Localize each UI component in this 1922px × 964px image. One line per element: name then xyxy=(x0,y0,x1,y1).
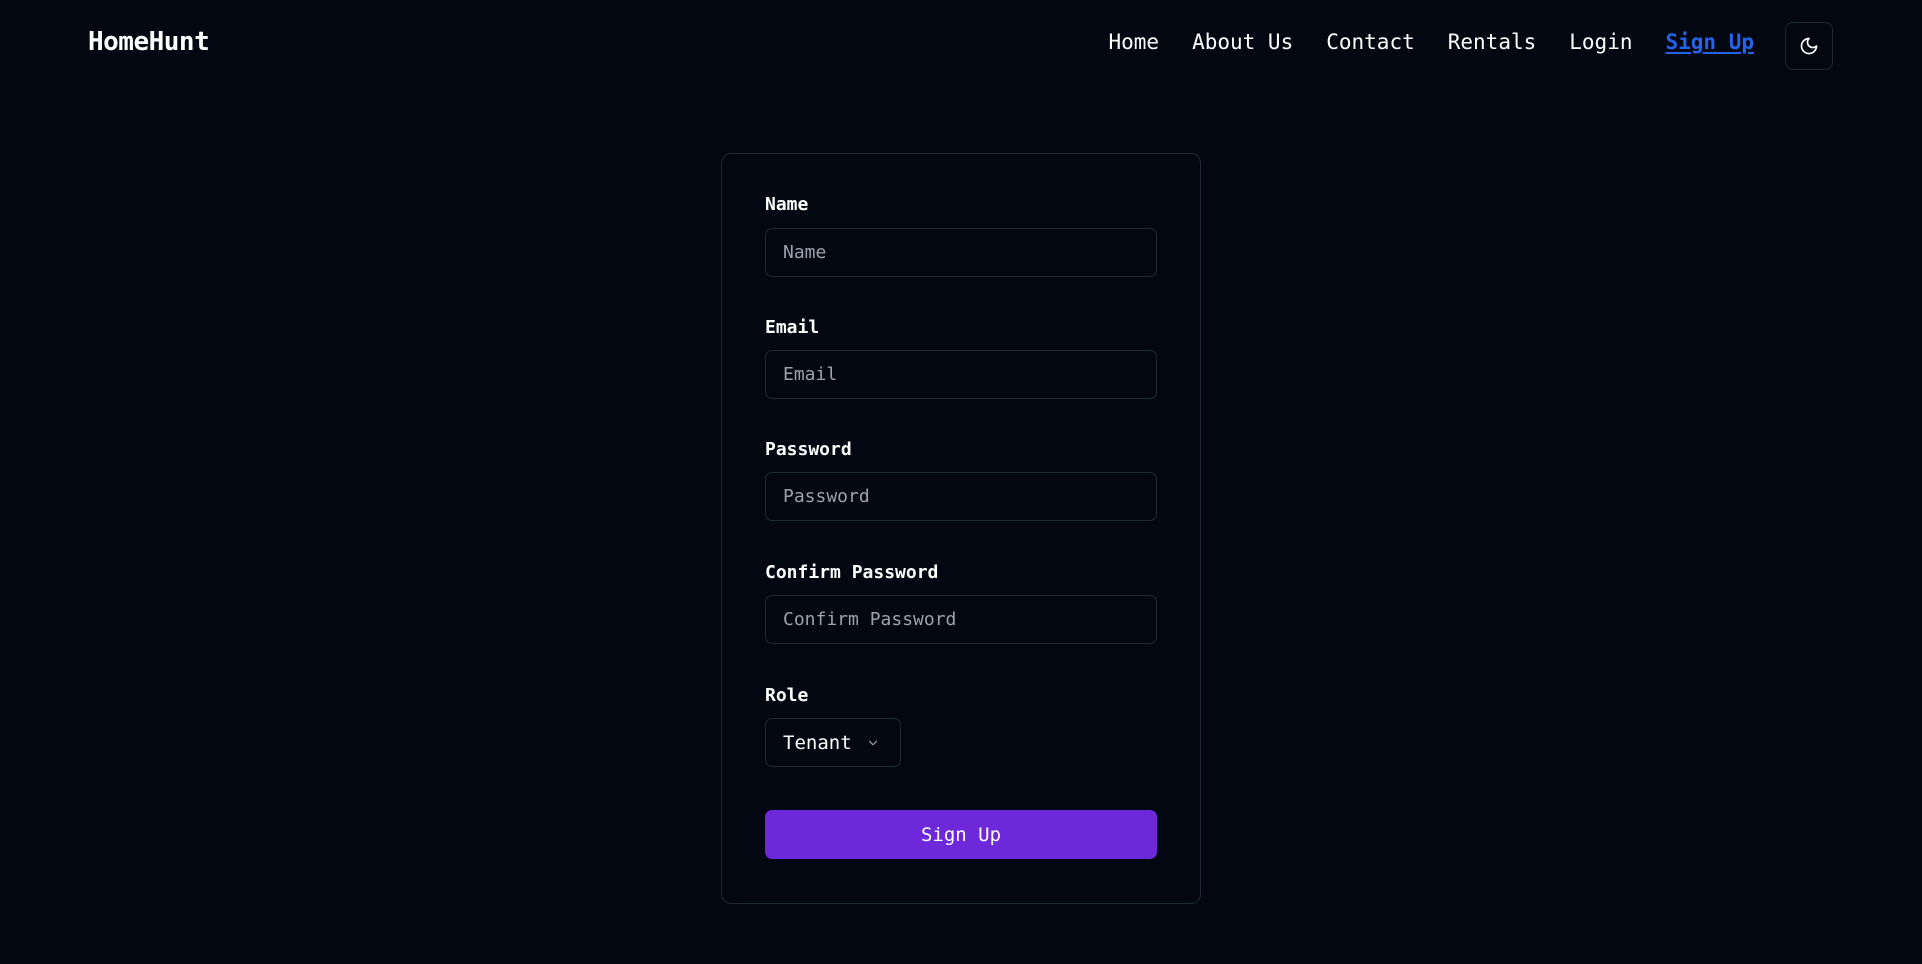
nav-about-us[interactable]: About Us xyxy=(1192,30,1293,54)
site-header: HomeHunt Home About Us Contact Rentals L… xyxy=(0,0,1922,92)
nav-login[interactable]: Login xyxy=(1569,30,1632,54)
confirm-password-label: Confirm Password xyxy=(765,562,939,583)
name-label: Name xyxy=(765,194,809,215)
chevron-down-icon xyxy=(868,740,877,745)
nav-home[interactable]: Home xyxy=(1109,30,1160,54)
password-input[interactable] xyxy=(765,472,1157,521)
role-label: Role xyxy=(765,685,809,706)
theme-toggle-button[interactable] xyxy=(1785,22,1833,70)
brand-logo[interactable]: HomeHunt xyxy=(88,27,210,57)
email-input[interactable] xyxy=(765,350,1157,399)
nav-rentals[interactable]: Rentals xyxy=(1448,30,1537,54)
email-label: Email xyxy=(765,317,820,338)
confirm-password-input[interactable] xyxy=(765,595,1157,644)
sign-up-button[interactable]: Sign Up xyxy=(765,810,1157,859)
name-input[interactable] xyxy=(765,228,1157,277)
nav-contact[interactable]: Contact xyxy=(1326,30,1415,54)
password-label: Password xyxy=(765,439,852,460)
role-select-value: Tenant xyxy=(783,731,852,754)
moon-icon xyxy=(1800,37,1818,55)
role-select[interactable]: Tenant xyxy=(765,718,901,767)
signup-card: Name Email Password Confirm Password Rol… xyxy=(721,153,1201,904)
nav-sign-up[interactable]: Sign Up xyxy=(1665,30,1754,54)
main-nav: Home About Us Contact Rentals Login Sign… xyxy=(1109,30,1755,54)
